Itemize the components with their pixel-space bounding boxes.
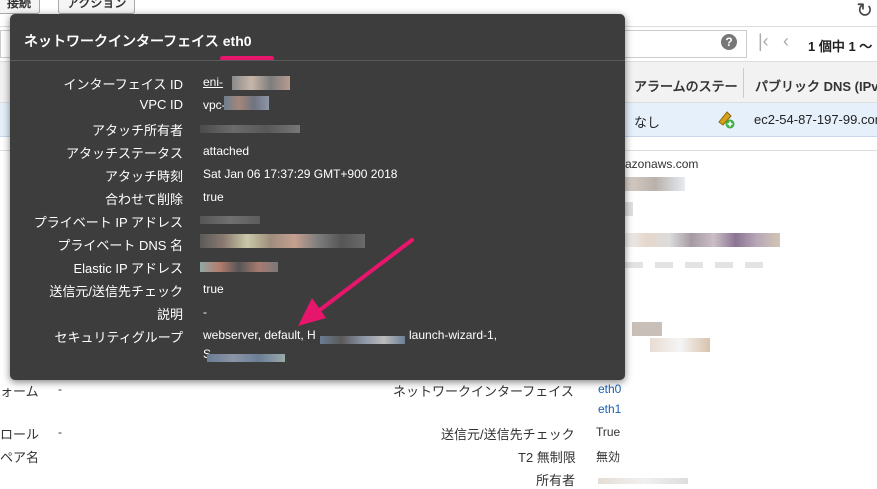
field-value-vpc-id: vpc- (203, 98, 226, 112)
field-label-attachment-time: アタッチ時刻 (104, 169, 183, 184)
first-page-icon[interactable]: |‹ (758, 31, 769, 52)
platform-value: - (58, 382, 62, 396)
column-alarm-status[interactable]: アラームのステー (634, 76, 738, 95)
popup-interface-name: eth0 (222, 33, 252, 49)
role-label: ロール (0, 427, 40, 442)
redacted-text (200, 125, 300, 133)
source-dest-check-value: True (596, 425, 621, 439)
redacted-text (625, 233, 780, 247)
redacted-text (632, 322, 662, 336)
redacted-text (625, 202, 633, 216)
field-label-elastic-ip: Elastic IP アドレス (73, 261, 183, 276)
network-interfaces-label: ネットワークインターフェイス (393, 384, 574, 399)
add-alarm-icon[interactable] (716, 109, 736, 129)
dns-fragment: azonaws.com (625, 157, 699, 171)
actions-button[interactable]: アクション (58, 0, 136, 14)
redacted-text (598, 478, 688, 484)
field-label-vpc-id: VPC ID (139, 97, 183, 112)
redacted-text (320, 336, 405, 344)
redacted-text (200, 216, 260, 224)
column-public-dns[interactable]: パブリック DNS (IPv (755, 76, 877, 95)
field-label-security-groups: セキュリティグループ (54, 330, 183, 345)
source-dest-check-label: 送信元/送信先チェック (441, 427, 575, 442)
field-value-security-groups[interactable]: webserver, default, H (203, 328, 316, 342)
t2-unlimited-label: T2 無制限 (518, 450, 576, 465)
eth1-link[interactable]: eth1 (598, 402, 621, 416)
connect-button[interactable]: 接続 (0, 0, 41, 14)
field-value-delete-on-termination: true (203, 190, 224, 204)
field-value-interface-id[interactable]: eni- (203, 75, 223, 89)
field-label-attachment-owner: アタッチ所有者 (91, 123, 183, 138)
pager-text: 1 個中 1 〜 (808, 39, 873, 54)
redacted-text (207, 354, 285, 362)
public-dns-cell: ec2-54-87-197-99.com (754, 112, 877, 127)
redacted-text (625, 262, 775, 268)
field-label-attachment-status: アタッチステータス (65, 146, 183, 161)
field-value-attachment-time: Sat Jan 06 17:37:29 GMT+900 2018 (203, 167, 398, 181)
redacted-text (200, 234, 365, 248)
field-label-delete-on-termination: 合わせて削除 (104, 192, 183, 207)
column-separator (743, 68, 744, 98)
redacted-text (625, 177, 685, 191)
keypair-label: ペア名 (0, 450, 40, 465)
field-label-source-dest-check: 送信元/送信先チェック (49, 284, 183, 299)
redacted-text (232, 76, 290, 90)
refresh-icon[interactable]: ↻ (856, 0, 873, 23)
popup-title-text: ネットワークインターフェイス (24, 33, 219, 49)
network-interface-popup: ネットワークインターフェイス eth0 インターフェイス ID eni- VPC … (10, 14, 625, 380)
field-value-source-dest-check: true (203, 282, 224, 296)
eth0-link[interactable]: eth0 (598, 382, 621, 396)
field-label-private-ip: プライベート IP アドレス (33, 215, 183, 230)
redacted-text (200, 262, 278, 272)
alarm-status-cell: なし (634, 115, 661, 130)
t2-unlimited-value: 無効 (596, 450, 621, 464)
platform-label: ォーム (0, 384, 39, 399)
popup-title: ネットワークインターフェイス eth0 (24, 31, 252, 51)
popup-divider (10, 60, 625, 61)
field-label-private-dns: プライベート DNS 名 (57, 238, 183, 253)
help-icon[interactable]: ? (721, 34, 737, 50)
prev-page-icon[interactable]: ‹ (783, 31, 789, 52)
field-value-security-groups-tail[interactable]: launch-wizard-1, (409, 328, 497, 342)
role-value: - (58, 425, 62, 439)
redacted-text (650, 338, 710, 352)
field-value-attachment-status: attached (203, 144, 250, 158)
owner-label: 所有者 (536, 473, 576, 488)
field-value-description: - (203, 305, 207, 319)
field-label-interface-id: インターフェイス ID (63, 77, 183, 92)
redacted-text (224, 96, 269, 110)
field-label-description: 説明 (156, 307, 183, 322)
